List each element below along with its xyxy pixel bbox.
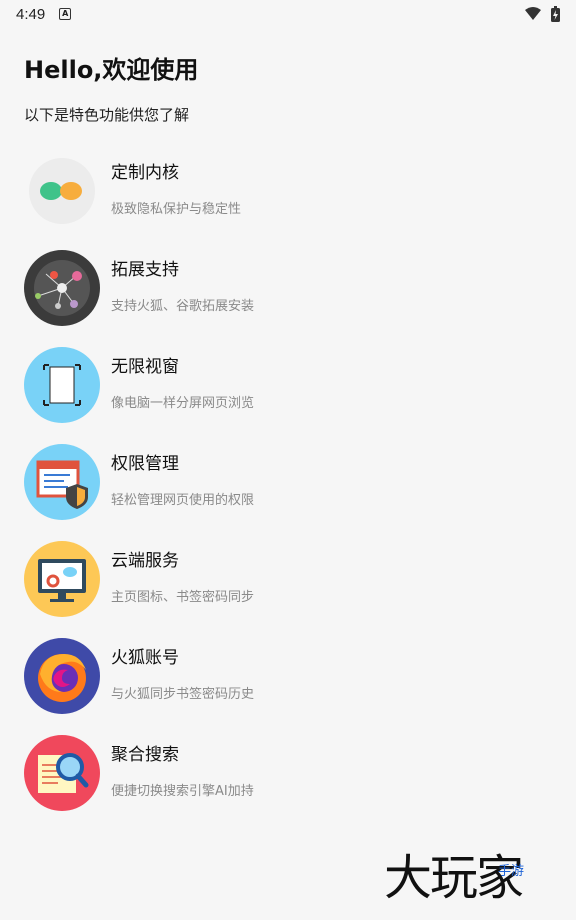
kernel-icon	[29, 157, 95, 224]
feature-title: 权限管理	[111, 454, 179, 474]
feature-item-firefox[interactable]: 火狐账号 与火狐同步书签密码历史	[0, 627, 576, 724]
feature-title: 定制内核	[111, 163, 179, 183]
feature-item-search[interactable]: 聚合搜索 便捷切换搜索引擎AI加持	[0, 724, 576, 821]
feature-item-permission[interactable]: 权限管理 轻松管理网页使用的权限	[0, 433, 576, 530]
feature-item-extension[interactable]: 拓展支持 支持火狐、谷歌拓展安装	[0, 239, 576, 336]
feature-item-kernel[interactable]: 定制内核 极致隐私保护与稳定性	[0, 142, 576, 239]
feature-title: 云端服务	[111, 551, 179, 571]
page-title: Hello,欢迎使用	[24, 56, 199, 84]
feature-desc: 支持火狐、谷歌拓展安装	[111, 299, 255, 314]
permission-shield-icon	[24, 443, 100, 520]
feature-desc: 便捷切换搜索引擎AI加持	[111, 784, 254, 799]
feature-desc: 轻松管理网页使用的权限	[111, 493, 255, 508]
feature-desc: 与火狐同步书签密码历史	[111, 687, 255, 702]
feature-title: 火狐账号	[111, 648, 179, 668]
feature-desc: 像电脑一样分屏网页浏览	[111, 396, 255, 411]
status-time: 4:49	[16, 5, 46, 23]
battery-charging-icon	[551, 6, 560, 22]
page-subtitle: 以下是特色功能供您了解	[24, 106, 190, 124]
feature-title: 聚合搜索	[111, 745, 179, 765]
search-document-icon	[24, 734, 100, 811]
wifi-icon	[525, 7, 541, 20]
cloud-monitor-icon	[24, 540, 100, 617]
notification-a-icon: A	[59, 8, 72, 20]
firefox-icon	[24, 637, 100, 714]
feature-desc: 极致隐私保护与稳定性	[111, 202, 242, 217]
extension-network-icon	[24, 249, 100, 326]
window-icon	[24, 346, 100, 423]
feature-item-cloud[interactable]: 云端服务 主页图标、书签密码同步	[0, 530, 576, 627]
feature-list: 定制内核 极致隐私保护与稳定性 拓展支持 支持火狐、谷歌拓展安装 无限视窗 像电…	[0, 142, 576, 821]
feature-title: 无限视窗	[111, 357, 179, 377]
status-bar: 4:49 A	[0, 0, 576, 28]
watermark-sub: 手游	[498, 864, 525, 879]
feature-title: 拓展支持	[111, 260, 179, 280]
feature-item-window[interactable]: 无限视窗 像电脑一样分屏网页浏览	[0, 336, 576, 433]
feature-desc: 主页图标、书签密码同步	[111, 590, 255, 605]
